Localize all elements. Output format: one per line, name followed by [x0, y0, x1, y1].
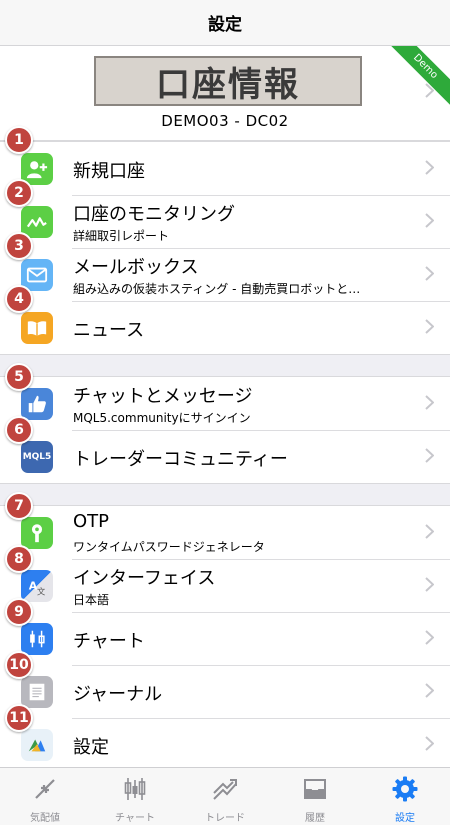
chevron-right-icon	[425, 524, 434, 539]
menu-item-label: 設定	[73, 737, 109, 758]
chevron-right-icon	[425, 83, 434, 98]
chevron-right-icon	[425, 630, 434, 645]
tab-quotes[interactable]: 気配値	[0, 768, 90, 825]
callout-badge: 11	[5, 704, 33, 732]
svg-text:文: 文	[37, 586, 45, 596]
page-title: 設定	[208, 15, 242, 35]
candlestick-icon	[21, 623, 53, 655]
account-info-row[interactable]: 口座情報 DEMO03 - DC02 Demo	[0, 46, 450, 141]
menu-item-subtitle: 組み込みの仮装ホスティング - 自動売買ロボットと…	[73, 282, 361, 296]
tab-label: 気配値	[30, 813, 60, 824]
menu-item-subtitle: 詳細取引レポート	[73, 229, 170, 243]
callout-badge: 6	[5, 416, 33, 444]
menu-item-label: ニュース	[73, 320, 145, 341]
menu-item-chat[interactable]: チャットとメッセージ MQL5.communityにサインイン	[0, 377, 450, 430]
tab-label: 設定	[395, 813, 415, 824]
tab-history[interactable]: 履歴	[270, 768, 360, 825]
chevron-right-icon	[425, 683, 434, 698]
language-icon: A文	[21, 570, 53, 602]
chart-icon	[124, 778, 146, 800]
section-community: チャットとメッセージ MQL5.communityにサインイン MQL5 トレー…	[0, 376, 450, 484]
tab-bar: 気配値 チャート トレード 履歴 設定	[0, 767, 450, 825]
menu-item-label: 新規口座	[73, 161, 145, 182]
chevron-right-icon	[425, 736, 434, 751]
settings-icon	[392, 776, 418, 802]
menu-item-label: メールボックス	[73, 257, 199, 278]
demo-ribbon: Demo	[379, 46, 450, 113]
menu-item-label: チャート	[73, 631, 145, 652]
chevron-right-icon	[425, 160, 434, 175]
callout-badge: 5	[5, 363, 33, 391]
callout-badge: 7	[5, 492, 33, 520]
menu-item-new-account[interactable]: 新規口座	[0, 142, 450, 195]
callout-badge: 3	[5, 232, 33, 260]
journal-icon	[21, 676, 53, 708]
chevron-right-icon	[425, 395, 434, 410]
tab-label: チャート	[115, 813, 155, 824]
section-account-tools: 新規口座 口座のモニタリング 詳細取引レポート メールボックス 組み込みの仮装ホ…	[0, 141, 450, 355]
menu-item-label: OTP	[73, 511, 110, 532]
menu-item-label: インターフェイス	[73, 568, 216, 589]
trade-icon	[213, 779, 237, 800]
menu-item-label: チャットとメッセージ	[73, 386, 253, 407]
menu-item-journal[interactable]: ジャーナル	[0, 665, 450, 718]
tab-label: 履歴	[305, 813, 325, 824]
tab-trade[interactable]: トレード	[180, 768, 270, 825]
otp-key-icon	[21, 517, 53, 549]
menu-item-subtitle: MQL5.communityにサインイン	[73, 411, 251, 425]
callout-badge: 4	[5, 285, 33, 313]
chevron-right-icon	[425, 319, 434, 334]
menu-item-mailbox[interactable]: メールボックス 組み込みの仮装ホスティング - 自動売買ロボットと…	[0, 248, 450, 301]
metatrader-icon	[21, 729, 53, 761]
account-info-banner: 口座情報	[94, 56, 362, 106]
callout-badge: 8	[5, 545, 33, 573]
menu-item-label: トレーダーコミュニティー	[73, 449, 288, 470]
chat-icon	[21, 388, 53, 420]
mql5-icon: MQL5	[21, 441, 53, 473]
account-name: DEMO03 - DC02	[161, 112, 289, 130]
tab-settings[interactable]: 設定	[360, 768, 450, 825]
quotes-icon	[35, 779, 55, 799]
section-settings: OTP ワンタイムパスワードジェネレータ A文 インターフェイス 日本語 チャー…	[0, 505, 450, 772]
history-icon	[304, 779, 326, 799]
menu-item-label: ジャーナル	[73, 684, 163, 705]
account-info-banner-text: 口座情報	[156, 64, 300, 105]
tab-chart[interactable]: チャート	[90, 768, 180, 825]
chevron-right-icon	[425, 448, 434, 463]
menu-item-interface[interactable]: A文 インターフェイス 日本語	[0, 559, 450, 612]
menu-item-subtitle: 日本語	[73, 593, 110, 607]
callout-badge: 9	[5, 598, 33, 626]
menu-item-label: 口座のモニタリング	[73, 204, 235, 225]
menu-item-monitoring[interactable]: 口座のモニタリング 詳細取引レポート	[0, 195, 450, 248]
callout-badge: 10	[5, 651, 33, 679]
news-icon	[21, 312, 53, 344]
navigation-bar: 設定	[0, 0, 450, 46]
callout-badge: 1	[5, 126, 33, 154]
chevron-right-icon	[425, 577, 434, 592]
callout-badge: 2	[5, 179, 33, 207]
menu-item-trader-community[interactable]: MQL5 トレーダーコミュニティー	[0, 430, 450, 483]
menu-item-settings[interactable]: 設定	[0, 718, 450, 771]
menu-item-subtitle: ワンタイムパスワードジェネレータ	[73, 540, 265, 554]
menu-item-otp[interactable]: OTP ワンタイムパスワードジェネレータ	[0, 506, 450, 559]
mql5-icon-text: MQL5	[22, 452, 52, 462]
menu-item-chart[interactable]: チャート	[0, 612, 450, 665]
tab-label: トレード	[205, 813, 245, 824]
menu-item-news[interactable]: ニュース	[0, 301, 450, 354]
chevron-right-icon	[425, 266, 434, 281]
chevron-right-icon	[425, 213, 434, 228]
